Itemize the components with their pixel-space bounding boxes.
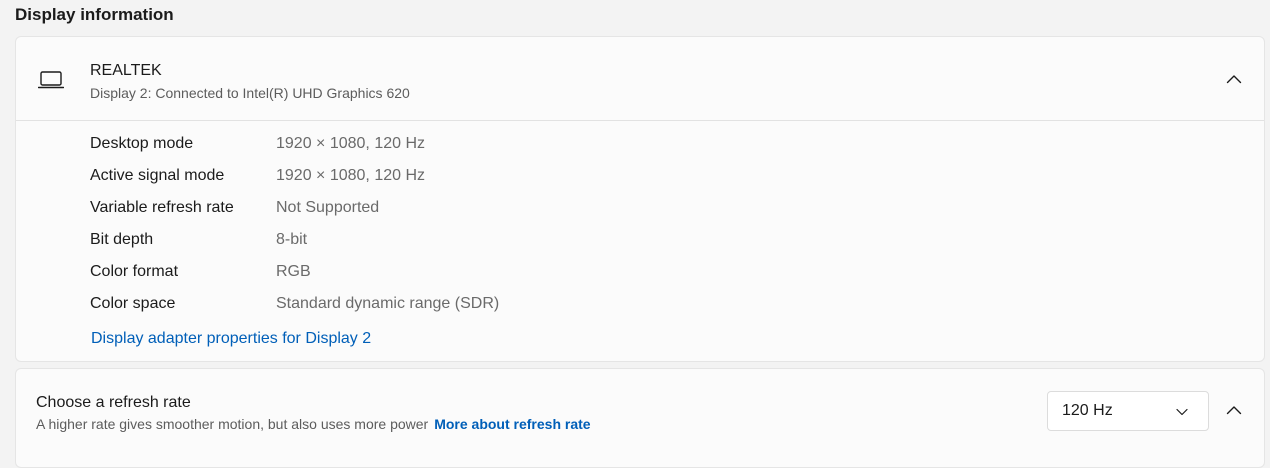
refresh-rate-description-text: A higher rate gives smoother motion, but… (36, 416, 429, 432)
info-value: RGB (276, 263, 311, 280)
display-adapter-properties-link[interactable]: Display adapter properties for Display 2 (91, 330, 371, 348)
refresh-rate-selected-value: 120 Hz (1062, 402, 1113, 419)
info-value: 1920 × 1080, 120 Hz (276, 135, 426, 152)
info-row-desktop-mode: Desktop mode 1920 × 1080, 120 Hz (90, 135, 499, 167)
info-label: Desktop mode (90, 135, 194, 152)
display-name: REALTEK (90, 62, 162, 79)
info-label: Active signal mode (90, 167, 225, 184)
info-value: Standard dynamic range (SDR) (276, 295, 500, 312)
info-label: Bit depth (90, 231, 154, 248)
info-label: Color format (90, 263, 179, 280)
info-label: Color space (90, 295, 176, 312)
display-info-card: REALTEK Display 2: Connected to Intel(R)… (15, 36, 1265, 362)
chevron-up-icon[interactable] (1226, 405, 1242, 415)
refresh-rate-dropdown[interactable]: 120 Hz (1047, 391, 1209, 431)
info-row-bit-depth: Bit depth 8-bit (90, 231, 499, 263)
chevron-up-icon[interactable] (1226, 74, 1242, 84)
display-info-table: Desktop mode 1920 × 1080, 120 Hz Active … (90, 135, 499, 327)
info-row-active-signal-mode: Active signal mode 1920 × 1080, 120 Hz (90, 167, 499, 199)
info-row-variable-refresh-rate: Variable refresh rate Not Supported (90, 199, 499, 231)
more-about-refresh-rate-link[interactable]: More about refresh rate (434, 416, 590, 432)
refresh-rate-description: A higher rate gives smoother motion, but… (36, 416, 591, 432)
display-header[interactable]: REALTEK Display 2: Connected to Intel(R)… (16, 37, 1264, 121)
info-value: 1920 × 1080, 120 Hz (276, 167, 426, 184)
info-value: Not Supported (276, 199, 380, 216)
info-row-color-space: Color space Standard dynamic range (SDR) (90, 295, 499, 327)
refresh-rate-card: Choose a refresh rate A higher rate give… (15, 368, 1265, 468)
laptop-icon (38, 71, 64, 89)
info-row-color-format: Color format RGB (90, 263, 499, 295)
refresh-rate-title: Choose a refresh rate (36, 394, 191, 411)
section-title: Display information (15, 5, 174, 24)
chevron-down-icon (1176, 408, 1188, 416)
info-value: 8-bit (276, 231, 308, 248)
info-label: Variable refresh rate (90, 199, 234, 216)
display-connection-subtitle: Display 2: Connected to Intel(R) UHD Gra… (90, 85, 410, 101)
